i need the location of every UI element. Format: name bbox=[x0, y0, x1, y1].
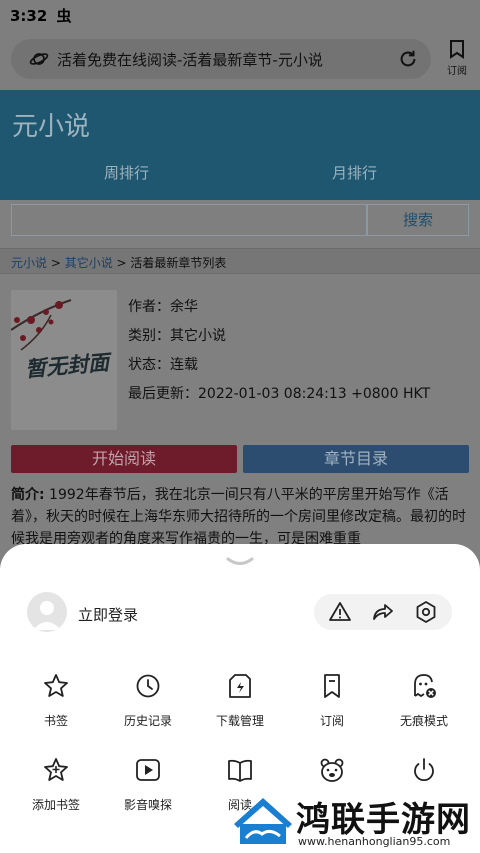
book-intro: 简介: 1992年春节后，我在北京一间只有八平米的平房里开始写作《活着》，秋天的… bbox=[11, 484, 471, 550]
bookmark-icon bbox=[324, 674, 340, 698]
book-author: 作者：余华 bbox=[128, 299, 198, 315]
intro-text: 1992年春节后，我在北京一间只有八平米的平房里开始写作《活着》，秋天的时候在上… bbox=[11, 487, 466, 547]
menu-downloads[interactable]: 下载管理 bbox=[192, 672, 288, 742]
ghost-icon bbox=[414, 674, 436, 698]
menu-subscriptions[interactable]: 订阅 bbox=[284, 672, 380, 742]
star-add-icon bbox=[44, 758, 68, 781]
menu-label: 影音嗅探 bbox=[123, 798, 172, 812]
star-icon bbox=[44, 674, 68, 697]
menu-label: 历史记录 bbox=[123, 714, 172, 728]
breadcrumb-separator: > bbox=[112, 256, 131, 270]
breadcrumb-home[interactable]: 元小说 bbox=[11, 256, 47, 270]
browser-toolbar: 活着免费在线阅读-活着最新章节-元小说 订阅 bbox=[0, 28, 480, 90]
page-title: 活着免费在线阅读-活着最新章节-元小说 bbox=[57, 51, 323, 69]
tab-monthly-rank[interactable]: 月排行 bbox=[332, 162, 377, 183]
clock-icon bbox=[136, 674, 160, 698]
menu-label: 订阅 bbox=[319, 714, 344, 728]
avatar[interactable] bbox=[27, 592, 67, 632]
warning-icon[interactable] bbox=[328, 600, 352, 624]
video-icon bbox=[136, 759, 160, 781]
book-category: 类别：其它小说 bbox=[128, 328, 226, 344]
intro-label: 简介: bbox=[11, 487, 45, 503]
menu-label: 无痕模式 bbox=[399, 714, 448, 728]
book-status: 状态：连载 bbox=[128, 357, 198, 373]
watermark: 鸿联手游网 www.henanhonglian95.com bbox=[228, 790, 480, 853]
share-icon[interactable] bbox=[371, 600, 395, 624]
menu-history[interactable]: 历史记录 bbox=[100, 672, 196, 742]
quick-actions bbox=[314, 594, 452, 630]
menu-add-bookmark[interactable]: 添加书签 bbox=[8, 756, 104, 826]
subscribe-button[interactable]: 订阅 bbox=[440, 39, 474, 79]
user-icon bbox=[33, 601, 61, 630]
status-bar: 3:32 虫 bbox=[0, 0, 480, 28]
breadcrumb-category[interactable]: 其它小说 bbox=[65, 256, 113, 270]
bear-icon bbox=[320, 758, 344, 782]
search-button[interactable]: 搜索 bbox=[367, 204, 469, 236]
site-logo-text[interactable]: 元小说 bbox=[12, 106, 90, 143]
watermark-logo-icon bbox=[234, 798, 292, 844]
book-icon bbox=[228, 759, 252, 782]
bookmark-plus-icon bbox=[450, 40, 464, 59]
download-icon bbox=[229, 674, 251, 698]
planet-icon bbox=[29, 53, 49, 65]
book-last-update: 最后更新：2022-01-03 08:24:13 +0800 HKT bbox=[128, 386, 431, 402]
site-header: 元小说 周排行 月排行 bbox=[0, 90, 480, 200]
chapter-list-button[interactable]: 章节目录 bbox=[243, 445, 469, 473]
breadcrumb-separator: > bbox=[47, 256, 65, 270]
power-icon bbox=[414, 758, 434, 782]
settings-icon[interactable] bbox=[414, 600, 438, 624]
collapse-handle-icon[interactable] bbox=[225, 556, 255, 568]
book-cover: 暂无封面 bbox=[11, 290, 117, 430]
menu-bookmarks[interactable]: 书签 bbox=[8, 672, 104, 742]
refresh-icon[interactable] bbox=[397, 48, 419, 70]
menu-media-sniff[interactable]: 影音嗅探 bbox=[100, 756, 196, 826]
login-link[interactable]: 立即登录 bbox=[78, 604, 138, 625]
status-time: 3:32 bbox=[10, 7, 48, 25]
menu-label: 下载管理 bbox=[215, 714, 264, 728]
search-input[interactable] bbox=[11, 204, 367, 236]
breadcrumb: 元小说 > 其它小说 > 活着最新章节列表 bbox=[0, 248, 480, 274]
tab-weekly-rank[interactable]: 周排行 bbox=[104, 162, 149, 183]
address-bar[interactable]: 活着免费在线阅读-活着最新章节-元小说 bbox=[11, 39, 431, 79]
start-reading-button[interactable]: 开始阅读 bbox=[11, 445, 237, 473]
subscribe-label: 订阅 bbox=[447, 66, 467, 77]
breadcrumb-current: 活着最新章节列表 bbox=[130, 256, 227, 270]
menu-label: 添加书签 bbox=[31, 798, 80, 812]
notification-icon: 虫 bbox=[56, 7, 72, 25]
menu-incognito[interactable]: 无痕模式 bbox=[376, 672, 472, 742]
watermark-url: www.henanhonglian95.com bbox=[298, 835, 451, 848]
watermark-title: 鸿联手游网 bbox=[296, 800, 471, 840]
menu-label: 书签 bbox=[43, 714, 68, 728]
